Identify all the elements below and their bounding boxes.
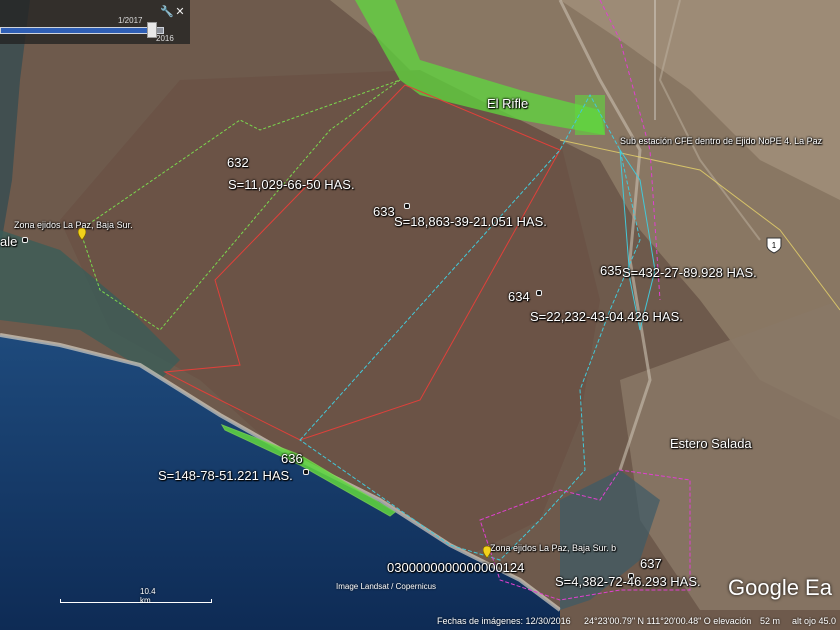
parcel-632-id: 632	[227, 155, 249, 170]
wrench-icon[interactable]: 🔧	[160, 6, 174, 18]
parcel-633-id: 633	[373, 204, 395, 219]
slider-date-end: 2016	[156, 34, 174, 43]
zona-ejidos-b-label: Zona ejidos La Paz, Baja Sur. b	[490, 543, 617, 553]
substation-label: Sub estación CFE dentro de Ejido NoPE 4.…	[620, 136, 823, 146]
satellite-map[interactable]: 1/2017 🔧 ✕ 2016 632 S=11,029-66-50 HAS. …	[0, 0, 840, 630]
status-imagery-date: Fechas de imágenes: 12/30/2016	[437, 616, 571, 626]
place-el-rifle: El Rifle	[487, 96, 529, 111]
scale-line	[60, 599, 212, 603]
place-estero-salada: Estero Salada	[670, 436, 752, 451]
place-ale: ale	[0, 234, 18, 249]
parcel-635-area: S=432-27-89.928 HAS.	[622, 265, 757, 280]
time-slider-track[interactable]	[0, 27, 164, 34]
parcel-633-point	[404, 203, 410, 209]
status-coordinates: 24°23'00.79" N 111°20'00.48" O elevación	[584, 616, 752, 626]
slider-date-start: 1/2017	[118, 16, 143, 25]
placemark-b-icon[interactable]	[483, 546, 491, 558]
parcel-637-id: 637	[640, 556, 662, 571]
parcel-634-point	[536, 290, 542, 296]
highway-shield-icon: 1	[766, 237, 782, 254]
highway-shield-number: 1	[772, 241, 777, 250]
close-icon[interactable]: ✕	[174, 6, 186, 18]
zona-ejidos-label: Zona ejidos La Paz, Baja Sur.	[14, 220, 133, 230]
parcel-636-id: 636	[281, 451, 303, 466]
status-eye-altitude: alt ojo 45.0	[792, 616, 837, 626]
parcel-633-area: S=18,863-39-21.051 HAS.	[394, 214, 547, 229]
parcel-code-number: 0300000000000000124	[387, 560, 525, 575]
parcel-637-area: S=4,382-72-46.293 HAS.	[555, 574, 701, 589]
parcel-632-area: S=11,029-66-50 HAS.	[228, 177, 355, 192]
placemark-icon[interactable]	[78, 228, 86, 240]
place-ale-point	[22, 237, 28, 243]
time-slider-fill	[1, 28, 152, 33]
terrain-layer	[0, 0, 840, 630]
status-elevation: 52 m	[760, 616, 781, 626]
time-slider-panel: 1/2017 🔧 ✕ 2016	[0, 0, 190, 44]
parcel-634-area: S=22,232-43-04.426 HAS.	[530, 309, 683, 324]
imagery-credit: Image Landsat / Copernicus	[336, 582, 437, 591]
parcel-636-area: S=148-78-51.221 HAS.	[158, 468, 293, 483]
status-bar: Fechas de imágenes: 12/30/2016 24°23'00.…	[0, 614, 840, 630]
parcel-634-id: 634	[508, 289, 530, 304]
parcel-636-point	[303, 469, 309, 475]
parcel-635-id: 635	[600, 263, 622, 278]
google-earth-logo: Google Ea	[728, 575, 832, 600]
